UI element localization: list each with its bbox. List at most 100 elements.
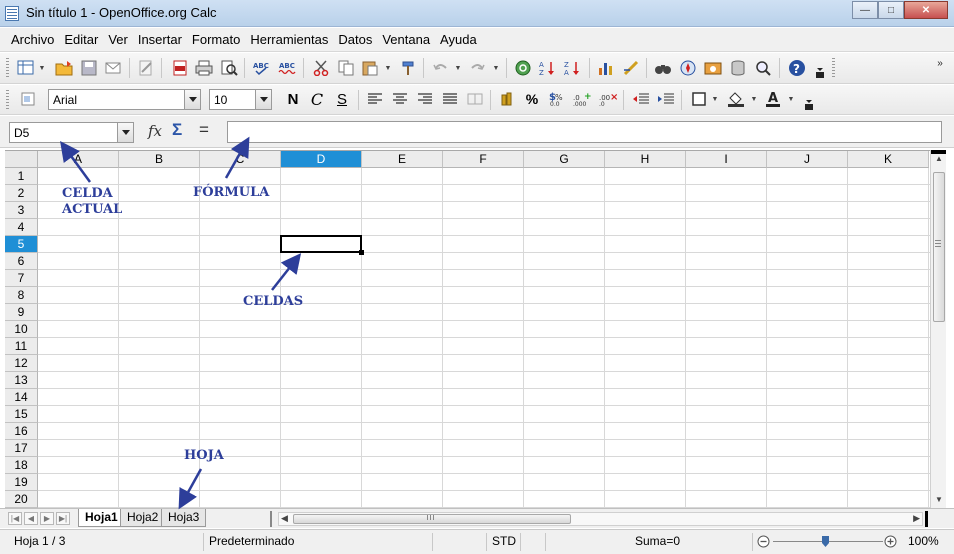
row-header-5[interactable]: 5 [5,236,38,253]
row-header-12[interactable]: 12 [5,355,38,372]
column-header-d[interactable]: D [281,151,362,168]
spellcheck-icon[interactable]: ABC [252,58,272,78]
increase-indent-icon[interactable] [656,89,676,109]
paste-dropdown-arrow[interactable]: ▼ [384,58,392,78]
cut-icon[interactable] [311,58,331,78]
styles-icon[interactable] [18,89,38,109]
standard-format-icon[interactable]: $% 0.0 [547,89,567,109]
menu-ver[interactable]: Ver [103,32,133,47]
new-dropdown-arrow[interactable]: ▼ [38,58,46,78]
menu-ventana[interactable]: Ventana [377,32,435,47]
print-preview-icon[interactable] [219,58,239,78]
navigator-icon[interactable] [678,58,698,78]
row-header-3[interactable]: 3 [5,202,38,219]
row-header-15[interactable]: 15 [5,406,38,423]
zoom-icon[interactable] [753,58,773,78]
copy-icon[interactable] [336,58,356,78]
borders-dropdown-arrow[interactable]: ▼ [711,89,719,109]
redo-icon[interactable] [468,58,488,78]
name-box-dropdown-button[interactable] [117,123,133,142]
vertical-scrollbar[interactable]: ▲ ▼ [930,150,946,508]
minimize-button[interactable]: — [852,1,878,19]
menu-archivo[interactable]: Archivo [6,32,59,47]
row-header-11[interactable]: 11 [5,338,38,355]
sum-button[interactable]: Σ [172,120,182,140]
sort-descending-icon[interactable]: ZA [563,58,583,78]
scroll-left-arrow[interactable]: ◀ [281,513,288,524]
row-header-2[interactable]: 2 [5,185,38,202]
add-decimal-icon[interactable]: .0.000 + [572,89,592,109]
hyperlink-icon[interactable] [513,58,533,78]
formula-input[interactable] [227,121,942,143]
column-header-e[interactable]: E [362,151,443,168]
scroll-down-arrow[interactable]: ▼ [935,495,943,504]
currency-icon[interactable] [498,89,518,109]
row-header-17[interactable]: 17 [5,440,38,457]
justify-icon[interactable] [440,89,460,109]
export-pdf-icon[interactable] [170,58,190,78]
scroll-up-arrow[interactable]: ▲ [935,154,943,163]
toolbar-grip[interactable] [6,58,9,78]
row-header-19[interactable]: 19 [5,474,38,491]
row-header-7[interactable]: 7 [5,270,38,287]
chart-icon[interactable] [596,58,616,78]
undo-dropdown-arrow[interactable]: ▼ [454,58,462,78]
decrease-indent-icon[interactable] [631,89,651,109]
column-header-j[interactable]: J [767,151,848,168]
borders-icon[interactable] [689,89,709,109]
font-color-icon[interactable]: A [763,89,783,109]
toolbar-overflow-icon[interactable] [803,93,815,113]
font-size-dropdown-button[interactable] [255,90,271,109]
column-header-f[interactable]: F [443,151,524,168]
next-sheet-button[interactable]: ▶ [40,512,54,525]
spreadsheet-grid[interactable]: A B C D E F G H I J K 1 2 3 4 5 6 7 8 9 10 11 12 13 14 15 16 17 18 19… [5,150,930,508]
delete-decimal-icon[interactable]: .00.0 × [598,89,618,109]
select-all-corner[interactable] [5,151,38,168]
new-document-icon[interactable] [16,58,36,78]
data-sources-icon[interactable] [728,58,748,78]
selection-mode[interactable]: STD [492,534,516,548]
save-icon[interactable] [79,58,99,78]
column-header-b[interactable]: B [119,151,200,168]
name-box[interactable]: D5 [9,122,134,143]
row-header-8[interactable]: 8 [5,287,38,304]
sum-display[interactable]: Suma=0 [635,534,680,548]
scroll-right-arrow[interactable]: ▶ [913,513,920,524]
align-right-icon[interactable] [415,89,435,109]
font-name-combobox[interactable]: Arial [48,89,201,110]
vertical-scroll-thumb[interactable] [933,172,945,322]
menu-herramientas[interactable]: Herramientas [245,32,333,47]
sheet-tab-hoja3[interactable]: Hoja3 [161,509,207,527]
align-left-icon[interactable] [365,89,385,109]
row-header-18[interactable]: 18 [5,457,38,474]
print-icon[interactable] [194,58,214,78]
toolbar-overflow-icon[interactable] [814,61,826,81]
menu-formato[interactable]: Formato [187,32,245,47]
italic-button[interactable]: C [307,89,327,109]
toolbar-grip[interactable] [6,90,9,110]
function-wizard-button[interactable]: fx [148,122,162,140]
font-name-dropdown-button[interactable] [184,90,200,109]
help-icon[interactable]: ? [787,58,807,78]
column-header-g[interactable]: G [524,151,605,168]
active-cell-cursor[interactable] [280,235,362,253]
sheet-tab-hoja2[interactable]: Hoja2 [120,509,166,527]
toolbar-expand-icon[interactable]: » [933,53,947,73]
tab-scroll-divider[interactable] [270,511,272,527]
last-sheet-button[interactable]: ▶| [56,512,70,525]
menu-editar[interactable]: Editar [59,32,103,47]
redo-dropdown-arrow[interactable]: ▼ [492,58,500,78]
column-header-a[interactable]: A [38,151,119,168]
menu-datos[interactable]: Datos [333,32,377,47]
row-header-10[interactable]: 10 [5,321,38,338]
row-header-9[interactable]: 9 [5,304,38,321]
column-header-i[interactable]: I [686,151,767,168]
row-header-14[interactable]: 14 [5,389,38,406]
autospellcheck-icon[interactable]: ABC [278,58,298,78]
function-equals-button[interactable]: = [199,120,209,140]
background-color-dropdown-arrow[interactable]: ▼ [750,89,758,109]
row-header-4[interactable]: 4 [5,219,38,236]
first-sheet-button[interactable]: |◀ [8,512,22,525]
gallery-icon[interactable] [703,58,723,78]
horizontal-split-handle[interactable] [925,511,928,527]
